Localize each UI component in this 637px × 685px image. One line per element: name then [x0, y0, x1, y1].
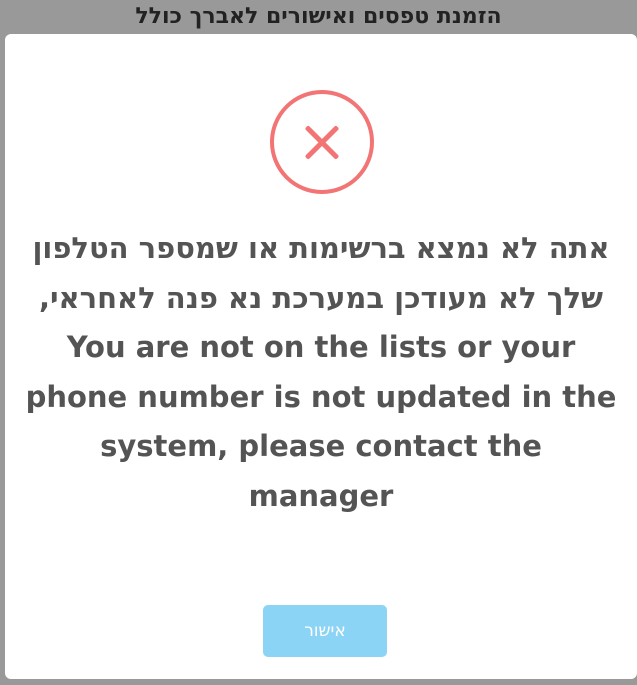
alert-dialog: אתה לא נמצא ברשימות או שמספר הטלפון שלך … — [5, 34, 637, 679]
dialog-message: אתה לא נמצא ברשימות או שמספר הטלפון שלך … — [25, 231, 617, 513]
confirm-button[interactable]: אישור — [263, 605, 387, 657]
error-x-icon — [270, 90, 374, 194]
